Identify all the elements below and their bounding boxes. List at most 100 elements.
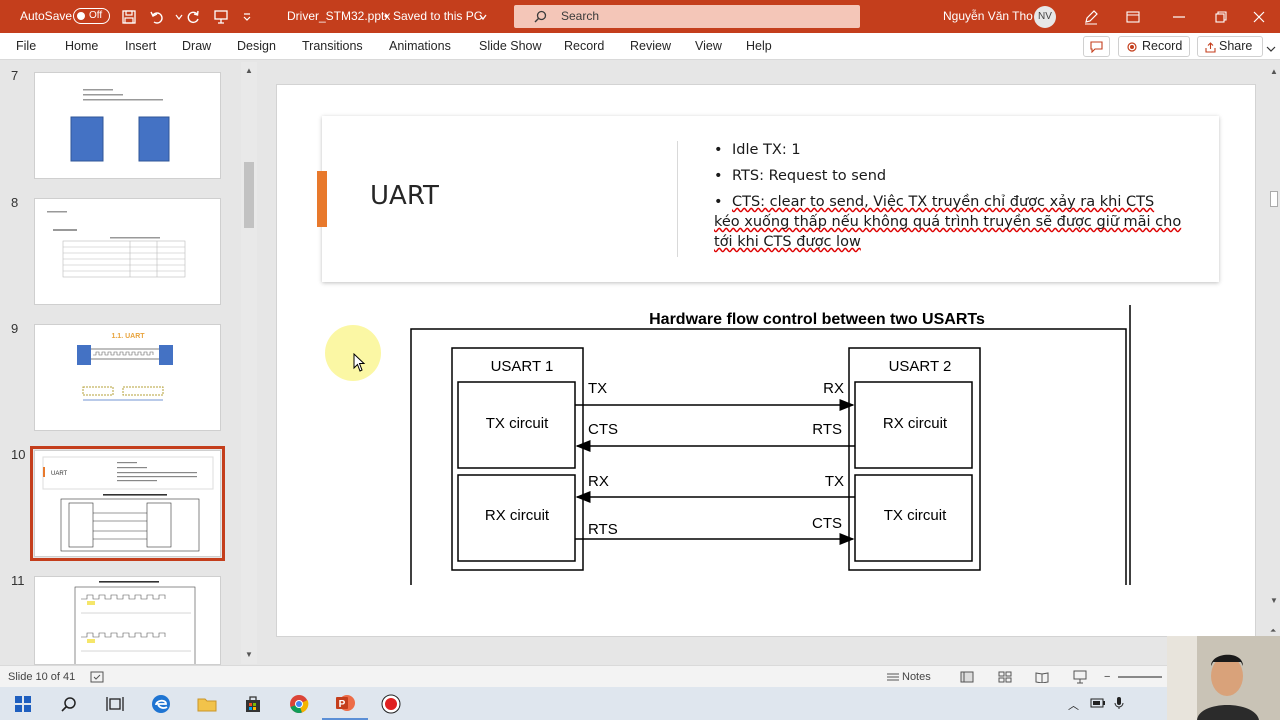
battery-icon[interactable]: [1090, 697, 1106, 709]
scroll-up-icon[interactable]: ▲: [241, 64, 257, 78]
title-bar: AutoSave Off Driver_STM32.pptx • Saved t…: [0, 0, 1280, 33]
tx-circuit-label: TX circuit: [884, 507, 947, 524]
file-name: Driver_STM32.pptx: [287, 9, 391, 23]
bullet-text: CTS: clear to send, Việc TX truyền chỉ đ…: [714, 194, 1182, 250]
tx-circuit-label: TX circuit: [486, 415, 549, 432]
redo-icon[interactable]: [180, 0, 206, 33]
tab-design[interactable]: Design: [237, 33, 276, 60]
zoom-out-icon[interactable]: −: [1104, 666, 1110, 688]
tab-animations[interactable]: Animations: [389, 33, 451, 60]
slide-show-icon[interactable]: [1073, 670, 1087, 684]
usart2-label: USART 2: [889, 358, 952, 375]
signal-label: TX: [825, 473, 844, 490]
scroll-up-icon[interactable]: ▲: [1270, 67, 1278, 76]
tab-help[interactable]: Help: [746, 33, 772, 60]
tab-insert[interactable]: Insert: [125, 33, 156, 60]
slide-thumbnail-7[interactable]: [34, 72, 221, 179]
bullet-list[interactable]: • Idle TX: 1 • RTS: Request to send • CTS: …: [714, 140, 1184, 258]
powerpoint-icon[interactable]: P: [322, 687, 368, 720]
svg-text:P: P: [339, 699, 346, 710]
record-icon: [1127, 42, 1137, 52]
customize-toolbar-icon[interactable]: [234, 0, 260, 33]
normal-view-icon[interactable]: [960, 671, 974, 683]
comments-button[interactable]: [1083, 36, 1110, 57]
tab-review[interactable]: Review: [630, 33, 671, 60]
signal-label: TX: [588, 380, 607, 397]
reading-view-icon[interactable]: [1035, 671, 1049, 683]
bullet-text: RTS: Request to send: [732, 168, 887, 184]
slide-thumbnail-10[interactable]: UART: [30, 446, 225, 561]
slide-title[interactable]: UART: [370, 181, 439, 211]
close-icon[interactable]: [1236, 0, 1280, 33]
accessibility-icon[interactable]: [90, 671, 104, 683]
present-from-start-icon[interactable]: [208, 0, 234, 33]
share-button[interactable]: Share: [1197, 36, 1263, 57]
screen-recorder-icon[interactable]: [368, 687, 414, 720]
tab-view[interactable]: View: [695, 33, 722, 60]
search-icon[interactable]: [46, 687, 92, 720]
tab-home[interactable]: Home: [65, 33, 98, 60]
slide-canvas[interactable]: UART • Idle TX: 1 • RTS: Request to send •…: [276, 84, 1256, 637]
status-bar: Slide 10 of 41 Notes −: [0, 665, 1280, 687]
ribbon-display-options-icon[interactable]: [1110, 0, 1156, 33]
autosave-toggle[interactable]: Off: [73, 8, 110, 24]
tab-file[interactable]: File: [16, 33, 36, 60]
chevron-down-icon[interactable]: [1266, 42, 1276, 56]
tab-transitions[interactable]: Transitions: [302, 33, 363, 60]
zoom-slider[interactable]: [1118, 676, 1162, 678]
chrome-icon[interactable]: [276, 687, 322, 720]
bullet-item: • Idle TX: 1: [714, 142, 801, 158]
slide-number: 7: [11, 68, 19, 83]
store-icon[interactable]: [230, 687, 276, 720]
save-icon[interactable]: [116, 0, 142, 33]
slide-thumbnail-9[interactable]: 1.1. UART: [34, 324, 221, 431]
slide-thumbnail-11[interactable]: [34, 576, 221, 665]
notes-button[interactable]: Notes: [902, 666, 931, 688]
record-label: Record: [1142, 39, 1183, 53]
scroll-down-icon[interactable]: ▼: [241, 648, 257, 662]
scroll-down-icon[interactable]: ▼: [1270, 596, 1278, 605]
previous-slide-icon[interactable]: ⏶: [1270, 626, 1276, 636]
windows-taskbar: P ︿: [0, 687, 1280, 720]
webcam-overlay: [1167, 636, 1280, 720]
diagram-title: Hardware flow control between two USARTs: [649, 311, 985, 328]
pen-icon[interactable]: [1078, 0, 1104, 33]
thumbnail-scrollbar[interactable]: ▲ ▼: [241, 62, 257, 664]
toggle-knob: [77, 12, 85, 20]
signal-label: RX: [588, 473, 609, 490]
bullet-item: • RTS: Request to send: [714, 168, 887, 184]
edge-browser-icon[interactable]: [138, 687, 184, 720]
microphone-icon[interactable]: [1114, 696, 1124, 710]
tab-slide-show[interactable]: Slide Show: [479, 33, 542, 60]
user-name[interactable]: Nguyễn Văn Tho: [943, 0, 1033, 33]
slide-sorter-icon[interactable]: [998, 671, 1012, 683]
search-box[interactable]: Search: [514, 5, 860, 28]
scrollbar-thumb[interactable]: [1270, 191, 1278, 207]
title-card: UART • Idle TX: 1 • RTS: Request to send •…: [317, 116, 1219, 282]
bullet-item: • CTS: clear to send, Việc TX truyền chỉ …: [714, 194, 1182, 250]
accent-bar: [317, 171, 327, 227]
avatar[interactable]: NV: [1034, 6, 1056, 28]
record-button[interactable]: Record: [1118, 36, 1190, 57]
search-icon: [534, 10, 547, 23]
file-explorer-icon[interactable]: [184, 687, 230, 720]
slide-thumbnail-8[interactable]: [34, 198, 221, 305]
tab-record[interactable]: Record: [564, 33, 604, 60]
signal-label: CTS: [588, 421, 618, 438]
search-placeholder: Search: [561, 9, 600, 23]
minimize-icon[interactable]: [1156, 0, 1202, 33]
chevron-up-icon[interactable]: ︿: [1068, 697, 1079, 713]
windows-start-icon[interactable]: [0, 687, 46, 720]
save-status[interactable]: Saved to this PC: [393, 0, 482, 33]
slide-number: 10: [11, 447, 26, 462]
signal-label: CTS: [812, 515, 842, 532]
editor-scrollbar[interactable]: ▲ ▼ ⏶: [1268, 61, 1280, 665]
chevron-down-icon[interactable]: [470, 0, 496, 33]
flow-control-diagram[interactable]: Hardware flow control between two USARTs…: [277, 300, 1256, 590]
tab-draw[interactable]: Draw: [182, 33, 211, 60]
signal-label: RX: [823, 380, 844, 397]
rx-circuit-label: RX circuit: [883, 415, 948, 432]
scrollbar-thumb[interactable]: [244, 162, 254, 228]
task-view-icon[interactable]: [92, 687, 138, 720]
bullet-text: Idle TX: 1: [732, 142, 801, 158]
